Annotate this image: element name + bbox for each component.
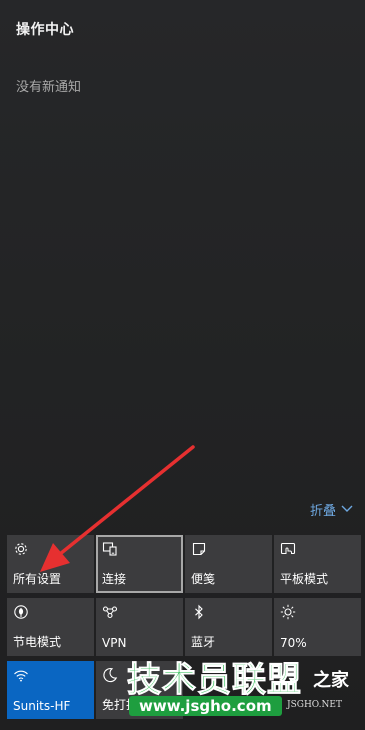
bluetooth-icon (191, 604, 207, 620)
quick-action-label: 所有设置 (13, 572, 62, 586)
quick-action-all-settings[interactable]: 所有设置 (7, 535, 94, 593)
quick-action-tablet-mode[interactable]: 平板模式 (274, 535, 361, 593)
collapse-label: 折叠 (309, 504, 336, 519)
note-icon (191, 541, 207, 557)
collapse-button[interactable]: 折叠 (310, 500, 353, 519)
chevron-down-icon (341, 502, 353, 517)
quick-action-vpn[interactable]: VPN (96, 598, 183, 656)
quick-action-label: 连接 (102, 572, 127, 586)
vpn-icon (102, 604, 118, 620)
action-center-panel: 操作中心 没有新通知 折叠 所有设置 连接 便笺 平板模式 节电模式 VPN 蓝… (0, 0, 365, 730)
gear-icon (13, 541, 29, 557)
connect-icon (102, 541, 118, 557)
tablet-mode-icon (280, 541, 296, 557)
quick-action-label: 便笺 (191, 572, 216, 586)
quick-action-battery-saver[interactable]: 节电模式 (7, 598, 94, 656)
quick-action-connect[interactable]: 连接 (96, 535, 183, 593)
quick-action-label: 平板模式 (280, 572, 329, 586)
battery-saver-icon (13, 604, 29, 620)
quick-action-label: 节电模式 (13, 635, 62, 649)
quick-action-wifi[interactable]: Sunits-HF (7, 661, 94, 719)
quick-action-quiet-hours[interactable]: 免打扰 (96, 661, 183, 719)
no-notifications-text: 没有新通知 (16, 80, 82, 95)
quick-action-note[interactable]: 便笺 (185, 535, 272, 593)
quick-action-label: 70% (280, 636, 307, 650)
quick-action-label: 蓝牙 (191, 635, 216, 649)
quick-action-brightness[interactable]: 70% (274, 598, 361, 656)
quick-action-label: VPN (102, 636, 127, 650)
brightness-icon (280, 604, 296, 620)
panel-title: 操作中心 (16, 22, 74, 38)
quick-action-bluetooth[interactable]: 蓝牙 (185, 598, 272, 656)
quick-action-label: 免打扰 (102, 698, 139, 712)
quick-actions-grid: 所有设置 连接 便笺 平板模式 节电模式 VPN 蓝牙 70% Sunits-H… (7, 535, 361, 719)
quick-action-label: Sunits-HF (13, 699, 71, 713)
moon-icon (102, 667, 118, 683)
wifi-icon (13, 667, 29, 683)
